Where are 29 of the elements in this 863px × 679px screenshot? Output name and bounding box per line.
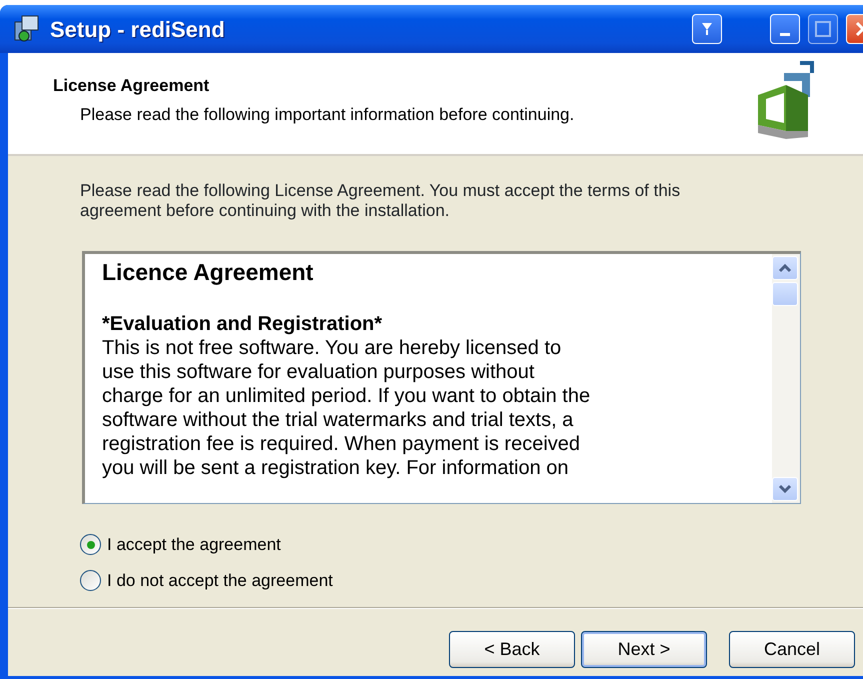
scroll-down-button[interactable] bbox=[772, 477, 798, 501]
minimize-icon bbox=[780, 32, 790, 36]
dialog-button[interactable]: < Back bbox=[449, 631, 575, 668]
scrollbar[interactable] bbox=[772, 254, 800, 503]
page-title: License Agreement bbox=[53, 75, 210, 97]
radio-button[interactable] bbox=[80, 534, 101, 556]
license-heading: Licence Agreement bbox=[102, 260, 314, 284]
dialog-button[interactable]: Cancel bbox=[729, 631, 855, 668]
license-text-line: registration fee is required. When payment is received bbox=[102, 432, 582, 456]
license-text-line: charge for an unlimited period. If you want to obtain the bbox=[102, 384, 592, 408]
scroll-thumb[interactable] bbox=[772, 282, 798, 306]
menu-button[interactable] bbox=[692, 14, 722, 44]
instruction-text: Please read the following License Agreement. You must accept the terms of this agreement before continuing with the installation. bbox=[80, 181, 682, 221]
scroll-up-button[interactable] bbox=[772, 256, 798, 280]
radio-button[interactable] bbox=[80, 570, 101, 591]
license-text-line: This is not free software. You are hereby licensed to bbox=[102, 336, 562, 360]
page-subtitle: Please read the following important information before continuing. bbox=[80, 104, 574, 126]
license-text-line: use this software for evaluation purposes without bbox=[102, 360, 536, 384]
license-text-line: you will be sent a registration key. For information on bbox=[102, 456, 570, 480]
radio-option[interactable]: I do not accept the agreement bbox=[80, 568, 863, 593]
maximize-icon bbox=[815, 21, 831, 37]
minimize-button[interactable] bbox=[770, 14, 800, 44]
maximize-button[interactable] bbox=[808, 14, 838, 44]
radio-option[interactable]: I accept the agreement bbox=[80, 532, 863, 558]
dialog-button[interactable]: Next > bbox=[581, 631, 707, 668]
window-title: Setup - rediSend bbox=[50, 16, 225, 44]
funnel-icon bbox=[701, 21, 713, 37]
section-heading: *Evaluation and Registration* bbox=[102, 312, 384, 336]
license-text-line: software without the trial watermarks and trial texts, a bbox=[102, 408, 574, 432]
